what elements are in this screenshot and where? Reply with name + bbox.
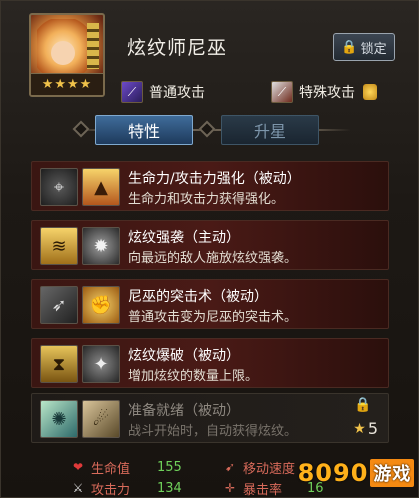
wave-icon: ≋: [40, 227, 78, 265]
skill-row-locked[interactable]: ✺ ☄ 准备就绪（被动） 战斗开始时，自动获得炫纹。 🔒 ★ 5: [31, 393, 389, 443]
skill-title: 炫纹爆破（被动）: [128, 348, 240, 364]
padlock-icon: 🔒: [354, 397, 372, 413]
star-icon: ★: [353, 420, 366, 437]
skill-title: 生命力/攻击力强化（被动）: [128, 171, 301, 187]
skill-row[interactable]: ⧗ ✦ 炫纹爆破（被动） 增加炫纹的数量上限。: [31, 338, 389, 388]
tab-ornament-middle-icon: [198, 120, 216, 138]
stat-speed: ➹ 移动速度: [223, 457, 295, 477]
special-attack-label: 特殊攻击: [299, 85, 355, 101]
stat-crit-label: 暴击率: [243, 482, 283, 498]
hero-star-rating: ★★★★: [31, 73, 103, 95]
tab-traits[interactable]: 特性: [95, 115, 193, 145]
lock-icon: 🔒: [341, 39, 358, 55]
required-stars: ★ 5: [353, 419, 378, 438]
tab-bar: 特性 升星: [71, 115, 351, 145]
skill-row[interactable]: ⌖ ▲ 生命力/攻击力强化（被动） 生命力和攻击力获得强化。: [31, 161, 389, 211]
skill-title: 准备就绪（被动）: [128, 403, 240, 419]
watermark-suffix: 游戏: [370, 459, 415, 487]
heart-icon: ❤: [72, 460, 84, 474]
hero-name: 炫纹师尼巫: [127, 37, 228, 59]
fist-icon: ✊: [82, 286, 120, 324]
wings-icon: ✦: [82, 345, 120, 383]
stat-hp-label: 生命值: [91, 461, 131, 477]
dash-icon: ➶: [40, 286, 78, 324]
skill-description: 增加炫纹的数量上限。: [128, 369, 259, 384]
stat-hp: ❤ 生命值: [71, 457, 130, 477]
watermark-logo: 8090 游戏: [297, 453, 415, 493]
skill-description: 生命力和攻击力获得强化。: [128, 192, 285, 207]
skill-description: 普通攻击变为尼巫的突击术。: [128, 310, 298, 325]
crosshair-icon: ⌖: [40, 168, 78, 206]
portrait-ornament: [87, 23, 99, 69]
special-attack-icon: ⟋: [271, 81, 293, 103]
hero-skill-panel: ★★★★ 炫纹师尼巫 🔒 锁定 ⟋ 普通攻击 ⟋ 特殊攻击 特性 升星 ⌖ ▲ …: [0, 0, 419, 498]
burst-icon: ✹: [82, 227, 120, 265]
required-stars-value: 5: [367, 419, 378, 438]
lock-button[interactable]: 🔒 锁定: [333, 33, 395, 61]
boot-icon: ➹: [224, 460, 236, 474]
sword-icon: ⚔: [72, 481, 84, 495]
normal-attack[interactable]: ⟋ 普通攻击: [121, 79, 205, 105]
skill-description: 战斗开始时，自动获得炫纹。: [128, 424, 298, 439]
skill-description: 向最远的敌人施放炫纹强袭。: [128, 251, 298, 266]
watermark-number: 8090: [297, 459, 369, 487]
special-attack-badge-icon: [363, 84, 377, 100]
stat-atk: ⚔ 攻击力: [71, 478, 130, 498]
tab-star-up[interactable]: 升星: [221, 115, 319, 145]
run-icon: ☄: [82, 400, 120, 438]
normal-attack-icon: ⟋: [121, 81, 143, 103]
special-attack[interactable]: ⟋ 特殊攻击: [271, 79, 377, 105]
skill-row[interactable]: ≋ ✹ 炫纹强袭（主动） 向最远的敌人施放炫纹强袭。: [31, 220, 389, 270]
lock-button-label: 锁定: [360, 41, 387, 57]
coil-icon: ⧗: [40, 345, 78, 383]
hero-portrait[interactable]: ★★★★: [29, 13, 105, 97]
stat-atk-label: 攻击力: [91, 482, 131, 498]
stat-speed-label: 移动速度: [243, 461, 296, 477]
spin-icon: ✺: [40, 400, 78, 438]
skill-title: 尼巫的突击术（被动）: [128, 289, 268, 305]
torch-icon: ▲: [82, 168, 120, 206]
stat-atk-number: 134: [157, 480, 182, 496]
tab-ornament-left-icon: [72, 120, 90, 138]
target-icon: ✛: [224, 481, 236, 495]
normal-attack-label: 普通攻击: [149, 85, 205, 101]
stat-hp-number: 155: [157, 459, 182, 475]
portrait-face: [51, 41, 75, 65]
skill-title: 炫纹强袭（主动）: [128, 230, 240, 246]
stat-hp-value: 155: [157, 457, 182, 477]
stat-atk-value: 134: [157, 478, 182, 498]
skill-row[interactable]: ➶ ✊ 尼巫的突击术（被动） 普通攻击变为尼巫的突击术。: [31, 279, 389, 329]
stat-crit: ✛ 暴击率: [223, 478, 282, 498]
